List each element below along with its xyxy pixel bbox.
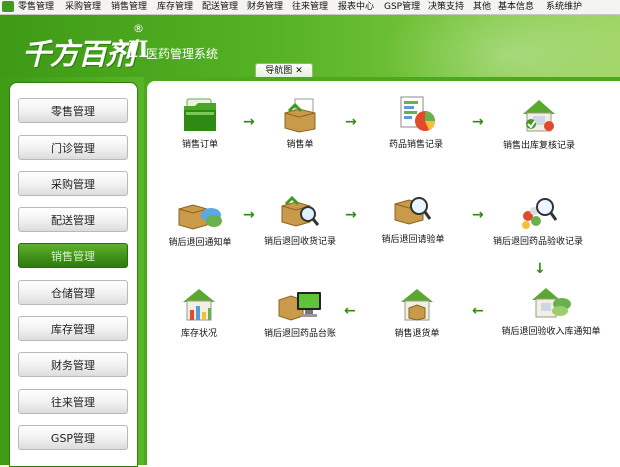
- flow-node-sales-return-slip[interactable]: 销售退货单: [384, 286, 450, 339]
- flow-node-return-drug-ledger[interactable]: 销后退回药品台账: [257, 286, 343, 339]
- flow-label: 销后退回药品台账: [263, 329, 336, 339]
- flow-label: 销后退回请验单: [381, 235, 445, 245]
- sidebar-item-clinic[interactable]: 门诊管理: [18, 135, 128, 160]
- flow-label: 销后退回验收入库通知单: [501, 327, 601, 337]
- house-chat-icon: [532, 288, 571, 318]
- menu-item-contacts[interactable]: 往来管理: [292, 0, 328, 14]
- flow-label: 销后退回收货记录: [263, 237, 336, 247]
- registered-mark: ®: [133, 22, 144, 35]
- box-chat-icon: [178, 204, 222, 230]
- flow-label: 库存状况: [180, 329, 217, 339]
- tab-label: 导航图: [265, 66, 293, 76]
- system-title: 医药管理系统: [146, 47, 219, 61]
- flow-node-return-inspection-request[interactable]: 销后退回请验单: [376, 192, 450, 245]
- menu-item-inventory[interactable]: 库存管理: [157, 0, 193, 14]
- flow-label: 药品销售记录: [388, 140, 443, 150]
- house-chart-icon: [183, 289, 215, 321]
- app-icon: [2, 1, 14, 12]
- flow-node-return-acceptance-record[interactable]: 销后退回药品验收记录: [486, 194, 590, 247]
- sidebar-item-sales[interactable]: 销售管理: [18, 243, 128, 268]
- menu-item-finance[interactable]: 财务管理: [247, 0, 283, 14]
- menu-item-reports[interactable]: 报表中心: [338, 0, 374, 14]
- sidebar-item-storage[interactable]: 仓储管理: [18, 280, 128, 305]
- flow-node-return-receipt[interactable]: 销后退回收货记录: [258, 194, 342, 247]
- flow-node-inventory-status[interactable]: 库存状况: [172, 286, 226, 339]
- flow-label: 销售单: [286, 140, 314, 150]
- arrow-right-icon: →: [472, 207, 484, 223]
- banner-glow: [380, 15, 620, 77]
- green-folder-icon: [184, 98, 216, 131]
- menu-item-retail[interactable]: 零售管理: [18, 0, 54, 14]
- arrow-right-icon: →: [243, 114, 255, 130]
- flow-label: 销售出库复核记录: [502, 141, 575, 151]
- sidebar-item-inventory[interactable]: 库存管理: [18, 316, 128, 341]
- sidebar-item-purchase[interactable]: 采购管理: [18, 171, 128, 196]
- flow-node-outbound-review[interactable]: 销售出库复核记录: [496, 96, 582, 151]
- house-box-icon: [401, 289, 433, 321]
- box-magnifier-icon: [394, 197, 432, 225]
- menu-bar: 零售管理 采购管理 销售管理 库存管理 配送管理 财务管理 往来管理 报表中心 …: [0, 0, 620, 15]
- report-chart-icon: [400, 96, 435, 131]
- close-icon[interactable]: ✕: [295, 66, 303, 76]
- flow-node-return-storage-notice[interactable]: 销后退回验收入库通知单: [494, 284, 608, 337]
- menu-item-delivery[interactable]: 配送管理: [202, 0, 238, 14]
- arrow-right-icon: →: [345, 207, 357, 223]
- flow-label: 销后退回药品验收记录: [492, 237, 583, 247]
- menu-item-basic-info[interactable]: 基本信息: [498, 0, 534, 14]
- menu-item-sales[interactable]: 销售管理: [111, 0, 147, 14]
- arrow-left-icon: ←: [472, 303, 484, 319]
- box-magnifier-icon: [281, 195, 320, 227]
- arrow-right-icon: →: [472, 114, 484, 130]
- flow-node-drug-sales-record[interactable]: 药品销售记录: [381, 95, 451, 150]
- flow-node-return-notice[interactable]: 销后退回通知单: [162, 197, 238, 248]
- flow-label: 销售退货单: [394, 329, 440, 339]
- flow-node-sales-slip[interactable]: 销售单: [270, 97, 330, 150]
- house-check-icon: [523, 100, 555, 132]
- sidebar-item-delivery[interactable]: 配送管理: [18, 207, 128, 232]
- box-document-icon: [284, 98, 316, 133]
- pills-magnifier-icon: [522, 198, 558, 229]
- arrow-right-icon: →: [345, 114, 357, 130]
- menu-item-decision[interactable]: 决策支持: [428, 0, 464, 14]
- flow-node-sales-order[interactable]: 销售订单: [168, 97, 232, 150]
- menu-item-gsp[interactable]: GSP管理: [384, 0, 420, 14]
- menu-item-purchase[interactable]: 采购管理: [65, 0, 101, 14]
- arrow-right-icon: →: [243, 207, 255, 223]
- arrow-left-icon: ←: [344, 303, 356, 319]
- arrow-down-icon: ↓: [534, 261, 546, 277]
- box-monitor-icon: [278, 292, 321, 321]
- sidebar-item-retail[interactable]: 零售管理: [18, 98, 128, 123]
- sidebar-item-gsp[interactable]: GSP管理: [18, 425, 128, 450]
- brand-logo: 千方百剂: [22, 37, 135, 71]
- flow-label: 销后退回通知单: [168, 238, 232, 248]
- menu-item-system[interactable]: 系统维护: [546, 0, 582, 14]
- menu-item-other[interactable]: 其他: [473, 0, 491, 14]
- flow-label: 销售订单: [181, 140, 218, 150]
- sidebar-item-contacts[interactable]: 往来管理: [18, 389, 128, 414]
- sidebar-item-finance[interactable]: 财务管理: [18, 352, 128, 377]
- tab-navigation-map[interactable]: 导航图 ✕: [255, 63, 313, 78]
